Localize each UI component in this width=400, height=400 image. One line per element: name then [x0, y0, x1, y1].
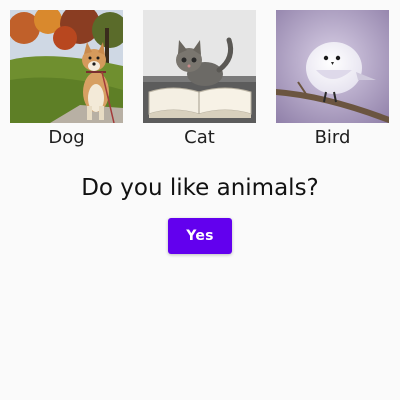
question-text: Do you like animals? — [81, 175, 319, 201]
dog-label: Dog — [48, 127, 85, 148]
cat-image — [143, 10, 256, 123]
yes-button[interactable]: Yes — [168, 218, 232, 254]
cat-label: Cat — [184, 127, 215, 148]
dog-image — [10, 10, 123, 123]
bird-image — [276, 10, 389, 123]
bird-label: Bird — [314, 127, 351, 148]
